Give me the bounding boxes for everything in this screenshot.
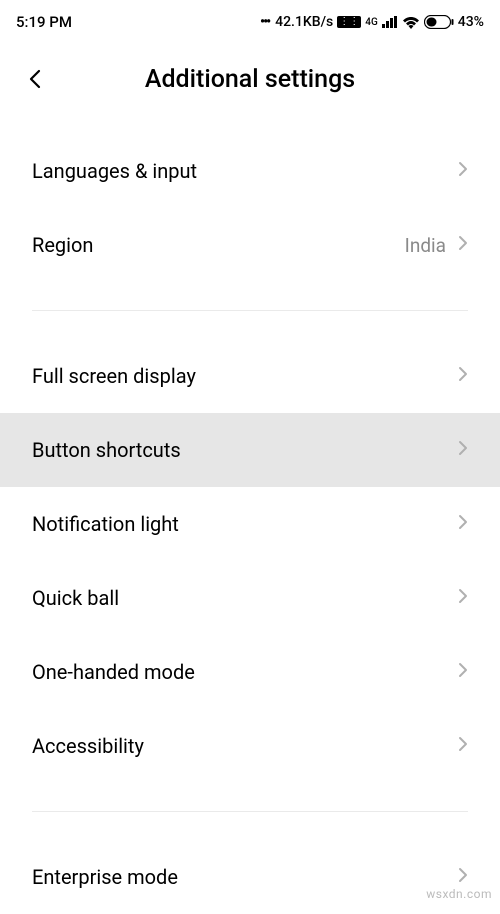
- item-languages-input[interactable]: Languages & input: [0, 134, 500, 208]
- signal-icon: [382, 16, 398, 28]
- item-label: Accessibility: [32, 734, 144, 758]
- status-bar: 5:19 PM ••• 42.1KB/s ⋮⋮ 4G 43%: [0, 0, 500, 44]
- back-button[interactable]: [16, 59, 56, 99]
- wifi-icon: [402, 16, 420, 29]
- watermark: wsxdn.com: [426, 887, 492, 901]
- settings-list: Languages & input Region India Full scre…: [0, 114, 500, 914]
- item-label: Enterprise mode: [32, 865, 178, 889]
- status-right: ••• 42.1KB/s ⋮⋮ 4G 43%: [260, 14, 484, 30]
- chevron-right-icon: [458, 736, 468, 757]
- page-title: Additional settings: [0, 65, 500, 94]
- header: Additional settings: [0, 44, 500, 114]
- chevron-right-icon: [458, 662, 468, 683]
- item-enterprise-mode[interactable]: Enterprise mode: [0, 840, 500, 914]
- item-label: Button shortcuts: [32, 438, 181, 462]
- chevron-right-icon: [458, 366, 468, 387]
- battery-percent: 43%: [458, 14, 484, 30]
- chevron-right-icon: [458, 235, 468, 256]
- chevron-right-icon: [458, 440, 468, 461]
- chevron-left-icon: [26, 69, 46, 89]
- section-gap: [0, 282, 500, 310]
- chevron-right-icon: [458, 514, 468, 535]
- item-quick-ball[interactable]: Quick ball: [0, 561, 500, 635]
- status-time: 5:19 PM: [16, 13, 72, 31]
- item-one-handed-mode[interactable]: One-handed mode: [0, 635, 500, 709]
- item-label: Quick ball: [32, 586, 119, 610]
- item-value: India: [405, 234, 446, 257]
- chevron-right-icon: [458, 588, 468, 609]
- item-region[interactable]: Region India: [0, 208, 500, 282]
- item-label: Full screen display: [32, 364, 196, 388]
- section-gap: [0, 311, 500, 339]
- item-button-shortcuts[interactable]: Button shortcuts: [0, 413, 500, 487]
- status-dots-icon: •••: [260, 14, 269, 30]
- section-gap: [0, 783, 500, 811]
- item-right: India: [405, 234, 468, 257]
- item-label: One-handed mode: [32, 660, 195, 684]
- item-label: Languages & input: [32, 159, 197, 183]
- item-full-screen-display[interactable]: Full screen display: [0, 339, 500, 413]
- item-accessibility[interactable]: Accessibility: [0, 709, 500, 783]
- item-label: Notification light: [32, 512, 179, 536]
- sim-icon: ⋮⋮: [337, 16, 361, 28]
- chevron-right-icon: [458, 867, 468, 888]
- battery-icon: [424, 15, 454, 29]
- section-gap: [0, 812, 500, 840]
- network-type-icon: 4G: [365, 17, 378, 28]
- item-notification-light[interactable]: Notification light: [0, 487, 500, 561]
- chevron-right-icon: [458, 161, 468, 182]
- status-net-speed: 42.1KB/s: [275, 14, 333, 30]
- item-label: Region: [32, 233, 93, 257]
